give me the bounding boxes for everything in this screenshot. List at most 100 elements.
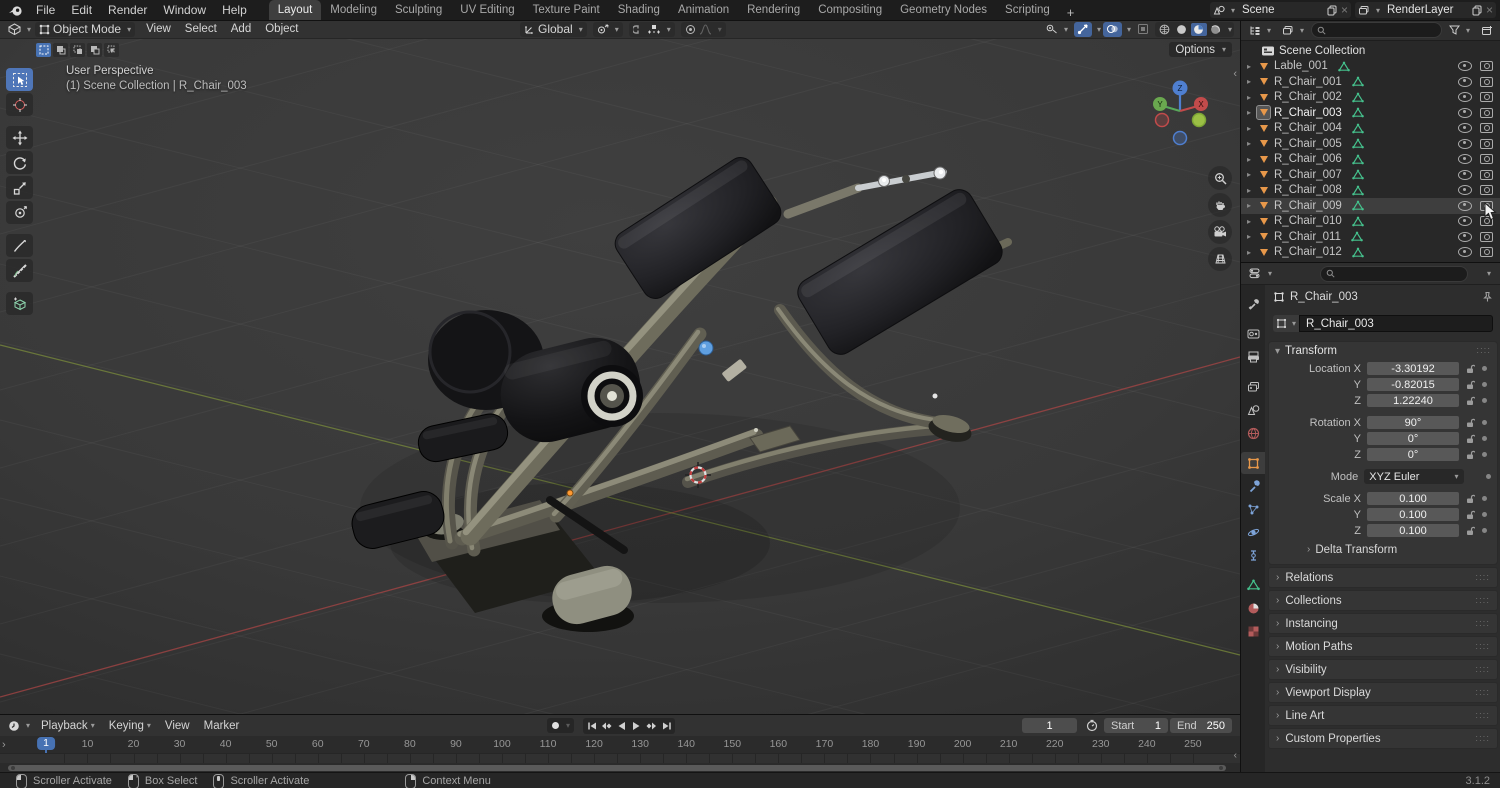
hide-in-viewport-icon[interactable]	[1458, 247, 1472, 258]
outliner-item-name[interactable]: R_Chair_004	[1274, 122, 1342, 134]
mesh-data-icon[interactable]	[1351, 107, 1364, 118]
lock-icon[interactable]	[1463, 526, 1477, 536]
snapping-controls[interactable]: ▾	[628, 21, 675, 37]
disable-in-renders-icon[interactable]	[1480, 107, 1493, 118]
new-collection-button[interactable]	[1477, 23, 1497, 38]
tab-object-properties[interactable]	[1241, 452, 1265, 474]
mesh-data-icon[interactable]	[1351, 185, 1364, 196]
mesh-data-icon[interactable]	[1351, 154, 1364, 165]
blender-logo-icon[interactable]	[6, 2, 24, 18]
sidebar-toggle-arrow[interactable]: ‹	[1233, 68, 1237, 80]
disable-in-renders-icon[interactable]	[1480, 61, 1493, 72]
transform-orientation-selector[interactable]: Global ▾	[520, 21, 587, 37]
jump-to-end-icon[interactable]	[659, 719, 674, 733]
timeline-menu-view[interactable]: View	[158, 720, 197, 732]
lock-icon[interactable]	[1463, 494, 1477, 504]
tab-tool-properties[interactable]	[1241, 293, 1265, 315]
transform-value-field[interactable]: 0°	[1367, 447, 1459, 462]
workspace-tab-uv-editing[interactable]: UV Editing	[451, 0, 523, 20]
tab-view-layer-properties[interactable]	[1241, 376, 1265, 398]
disable-in-renders-icon[interactable]	[1480, 169, 1493, 180]
hide-in-viewport-icon[interactable]	[1458, 231, 1472, 242]
play-icon[interactable]	[629, 719, 644, 733]
disable-in-renders-icon[interactable]	[1480, 247, 1493, 258]
tab-material-properties[interactable]	[1241, 597, 1265, 619]
timeline-ruler[interactable]: › 1 10 20 30 40 50 60 70 80 90 100 110 120 130 140 150 1…	[0, 736, 1240, 770]
properties-search-input[interactable]	[1320, 265, 1469, 282]
outliner-item-r-chair-006[interactable]: ▸ R_Chair_006	[1241, 152, 1500, 168]
transform-value-field[interactable]: 0.100	[1367, 523, 1459, 538]
ortho-grid-icon[interactable]	[1208, 247, 1232, 271]
animate-dot[interactable]	[1486, 474, 1492, 479]
transform-panel-header[interactable]: ▾ Transform ···· ····	[1269, 342, 1497, 360]
timeline-menu-marker[interactable]: Marker	[197, 720, 247, 732]
mesh-data-icon[interactable]	[1351, 76, 1364, 87]
outliner-item-name[interactable]: R_Chair_010	[1274, 215, 1342, 227]
drag-handle-icon[interactable]: ···· ····	[1475, 594, 1490, 606]
outliner-item-r-chair-010[interactable]: ▸ R_Chair_010	[1241, 214, 1500, 230]
outliner-item-name[interactable]: R_Chair_002	[1274, 91, 1342, 103]
next-keyframe-icon[interactable]	[644, 719, 659, 733]
close-icon[interactable]: ×	[1486, 3, 1493, 17]
collection-name[interactable]: Scene Collection	[1279, 45, 1365, 57]
stopwatch-icon[interactable]	[1086, 719, 1098, 732]
outliner-item-name[interactable]: R_Chair_003	[1274, 107, 1342, 119]
properties-options-chevron-icon[interactable]: ▾	[1487, 269, 1491, 278]
drag-handle-icon[interactable]: ···· ····	[1475, 571, 1490, 583]
mesh-object-icon[interactable]	[1257, 184, 1270, 197]
disclosure-triangle-icon[interactable]: ▸	[1247, 62, 1257, 71]
disclosure-triangle-icon[interactable]: ▸	[1247, 155, 1257, 164]
outliner-filter-button[interactable]: ▾	[1445, 23, 1474, 38]
disable-in-renders-icon[interactable]	[1480, 123, 1493, 134]
outliner-item-r-chair-004[interactable]: ▸ R_Chair_004	[1241, 121, 1500, 137]
mesh-data-icon[interactable]	[1351, 92, 1364, 103]
outliner-item-r-chair-003[interactable]: ▸ R_Chair_003	[1241, 105, 1500, 121]
scrollbar-thumb[interactable]	[8, 765, 1226, 771]
drag-handle-icon[interactable]: ···· ····	[1475, 686, 1490, 698]
mesh-data-icon[interactable]	[1351, 200, 1364, 211]
mesh-object-icon[interactable]	[1257, 230, 1270, 243]
current-frame-field[interactable]: 1	[1022, 718, 1077, 733]
properties-editor-button[interactable]: ▾	[1245, 266, 1276, 281]
navigation-gizmo[interactable]: Z Y X	[1140, 74, 1220, 162]
chevron-down-icon[interactable]: ▾	[1228, 25, 1232, 34]
outliner-item-name[interactable]: Lable_001	[1274, 60, 1328, 72]
transform-value-field[interactable]: 1.22240	[1367, 393, 1459, 408]
outliner-item-r-chair-002[interactable]: ▸ R_Chair_002	[1241, 90, 1500, 106]
disclosure-triangle-icon[interactable]: ▸	[1247, 108, 1257, 117]
lock-icon[interactable]	[1463, 434, 1477, 444]
chevron-down-icon[interactable]: ▾	[1127, 25, 1131, 34]
disclosure-triangle-icon[interactable]: ▸	[1247, 201, 1257, 210]
disclosure-triangle-icon[interactable]: ▸	[1247, 77, 1257, 86]
add-cube-tool-icon[interactable]	[6, 292, 33, 315]
outliner-item-name[interactable]: R_Chair_007	[1274, 169, 1342, 181]
region-expand-arrow[interactable]: ›	[2, 739, 6, 751]
camera-view-icon[interactable]	[1208, 220, 1232, 244]
gizmo-neg-y-axis[interactable]	[1191, 112, 1207, 128]
shading-wireframe-button[interactable]	[1157, 23, 1173, 36]
disclosure-triangle-icon[interactable]: ▸	[1247, 248, 1257, 257]
workspace-tab-compositing[interactable]: Compositing	[809, 0, 891, 20]
visibility-dropdown[interactable]: ▾	[1041, 22, 1072, 37]
hide-in-viewport-icon[interactable]	[1458, 200, 1472, 211]
viewport-menu-select[interactable]: Select	[178, 23, 224, 35]
mesh-data-icon[interactable]	[1351, 169, 1364, 180]
hide-in-viewport-icon[interactable]	[1458, 185, 1472, 196]
measure-tool-icon[interactable]	[6, 259, 33, 282]
hide-in-viewport-icon[interactable]	[1458, 76, 1472, 87]
add-workspace-button[interactable]: +	[1059, 5, 1083, 20]
hide-in-viewport-icon[interactable]	[1458, 138, 1472, 149]
menu-file[interactable]: File	[28, 0, 63, 20]
animate-dot[interactable]	[1482, 528, 1487, 533]
outliner-item-r-chair-005[interactable]: ▸ R_Chair_005	[1241, 136, 1500, 152]
transform-value-field[interactable]: 0.100	[1367, 507, 1459, 522]
menu-edit[interactable]: Edit	[63, 0, 100, 20]
options-button[interactable]: Options ▾	[1169, 42, 1232, 57]
outliner-item-lable-001[interactable]: ▸ Lable_001	[1241, 59, 1500, 75]
prev-keyframe-icon[interactable]	[599, 719, 614, 733]
disable-in-renders-icon[interactable]	[1480, 231, 1493, 242]
outliner-item-r-chair-011[interactable]: ▸ R_Chair_011	[1241, 229, 1500, 245]
lock-icon[interactable]	[1463, 380, 1477, 390]
rotation-mode-select[interactable]: XYZ Euler ▾	[1364, 469, 1464, 484]
tab-texture-properties[interactable]	[1241, 620, 1265, 642]
